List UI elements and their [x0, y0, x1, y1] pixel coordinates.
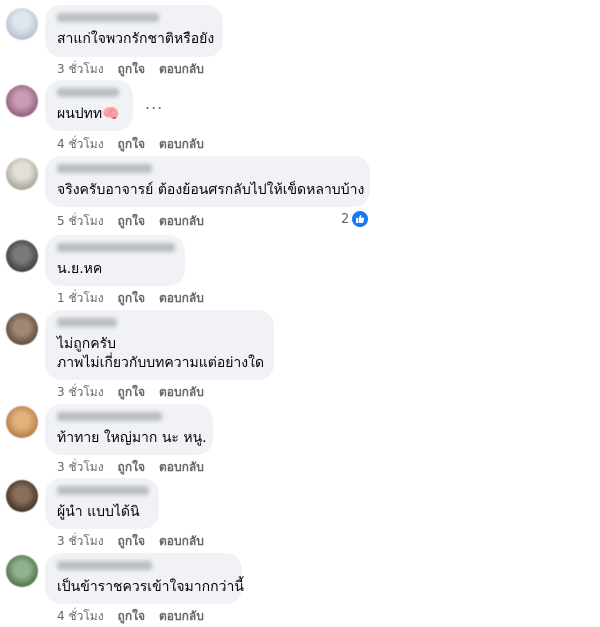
reaction-count-number: 2	[341, 211, 350, 227]
comment-text: เป็นข้าราชควรเข้าใจมากกว่านี้	[57, 579, 244, 595]
comment-bubble: สาแก่ใจพวกรักชาติหรือยัง	[45, 5, 223, 57]
comment-text: สาแก่ใจพวกรักชาติหรือยัง	[57, 31, 215, 47]
comment-bubble: เป็นข้าราชควรเข้าใจมากกว่านี้	[45, 553, 244, 604]
reply-button[interactable]: ตอบกลับ	[159, 289, 204, 308]
avatar[interactable]	[6, 555, 38, 587]
avatar[interactable]	[6, 480, 38, 512]
commenter-name[interactable]	[57, 164, 152, 173]
comment-text: ผนปทท🧠	[57, 106, 120, 122]
reply-button[interactable]: ตอบกลับ	[159, 458, 204, 477]
commenter-name[interactable]	[57, 486, 149, 495]
like-button[interactable]: ถูกใจ	[118, 289, 145, 308]
comment-time[interactable]: 3 ชั่วโมง	[57, 383, 104, 402]
like-button[interactable]: ถูกใจ	[118, 532, 145, 551]
like-button[interactable]: ถูกใจ	[118, 458, 145, 477]
like-button[interactable]: ถูกใจ	[118, 607, 145, 626]
comment-text: จริงครับอาจารย์ ต้องย้อนศรกลับไปให้เข็ดห…	[57, 182, 365, 198]
like-button[interactable]: ถูกใจ	[118, 212, 145, 231]
comment-actions: 4 ชั่วโมง ถูกใจ ตอบกลับ	[57, 135, 204, 154]
comment-text: ผู้นำ แบบได้นิ	[57, 504, 140, 520]
thumbs-up-icon	[352, 211, 369, 227]
commenter-name[interactable]	[57, 88, 119, 97]
comment-text-line-1: ไม่ถูกครับ	[57, 336, 116, 352]
comment-actions: 5 ชั่วโมง ถูกใจ ตอบกลับ	[57, 212, 204, 231]
reply-button[interactable]: ตอบกลับ	[159, 607, 204, 626]
reply-button[interactable]: ตอบกลับ	[159, 383, 204, 402]
comment-bubble: ท้าทาย ใหญ่มาก นะ หนู.	[45, 404, 213, 455]
commenter-name[interactable]	[57, 561, 152, 570]
reaction-count[interactable]: 2	[341, 211, 369, 227]
comment-bubble: น.ย.หค	[45, 235, 185, 286]
comment-actions: 1 ชั่วโมง ถูกใจ ตอบกลับ	[57, 289, 204, 308]
comment-actions: 3 ชั่วโมง ถูกใจ ตอบกลับ	[57, 60, 204, 79]
comment-time[interactable]: 3 ชั่วโมง	[57, 60, 104, 79]
comment-time[interactable]: 3 ชั่วโมง	[57, 458, 104, 477]
comment-text-line-2: ภาพไม่เกี่ยวกับบทความแต่อย่างใด	[57, 355, 265, 371]
comment-time[interactable]: 5 ชั่วโมง	[57, 212, 104, 231]
commenter-name[interactable]	[57, 243, 175, 252]
comment-bubble: ผนปทท🧠	[45, 80, 133, 131]
comment-text: น.ย.หค	[57, 261, 103, 277]
like-button[interactable]: ถูกใจ	[118, 135, 145, 154]
commenter-name[interactable]	[57, 318, 117, 327]
comment-time[interactable]: 3 ชั่วโมง	[57, 532, 104, 551]
avatar[interactable]	[6, 313, 38, 345]
reply-button[interactable]: ตอบกลับ	[159, 135, 204, 154]
reply-button[interactable]: ตอบกลับ	[159, 532, 204, 551]
avatar[interactable]	[6, 8, 38, 40]
comment-actions: 3 ชั่วโมง ถูกใจ ตอบกลับ	[57, 458, 204, 477]
like-button[interactable]: ถูกใจ	[118, 383, 145, 402]
reply-button[interactable]: ตอบกลับ	[159, 60, 204, 79]
comment-bubble: ผู้นำ แบบได้นิ	[45, 478, 159, 529]
comment-time[interactable]: 1 ชั่วโมง	[57, 289, 104, 308]
comment-actions: 3 ชั่วโมง ถูกใจ ตอบกลับ	[57, 383, 204, 402]
comment-bubble: ไม่ถูกครับ ภาพไม่เกี่ยวกับบทความแต่อย่าง…	[45, 310, 274, 380]
comment-actions: 4 ชั่วโมง ถูกใจ ตอบกลับ	[57, 607, 204, 626]
like-button[interactable]: ถูกใจ	[118, 60, 145, 79]
comment-actions: 3 ชั่วโมง ถูกใจ ตอบกลับ	[57, 532, 204, 551]
comment-time[interactable]: 4 ชั่วโมง	[57, 607, 104, 626]
comment-text: ท้าทาย ใหญ่มาก นะ หนู.	[57, 430, 207, 446]
reply-button[interactable]: ตอบกลับ	[159, 212, 204, 231]
avatar[interactable]	[6, 85, 38, 117]
more-options-icon[interactable]: ...	[145, 94, 163, 113]
commenter-name[interactable]	[57, 412, 162, 421]
avatar[interactable]	[6, 158, 38, 190]
comment-time[interactable]: 4 ชั่วโมง	[57, 135, 104, 154]
avatar[interactable]	[6, 240, 38, 272]
commenter-name[interactable]	[57, 13, 159, 22]
comment-bubble: จริงครับอาจารย์ ต้องย้อนศรกลับไปให้เข็ดห…	[45, 156, 370, 207]
avatar[interactable]	[6, 406, 38, 438]
